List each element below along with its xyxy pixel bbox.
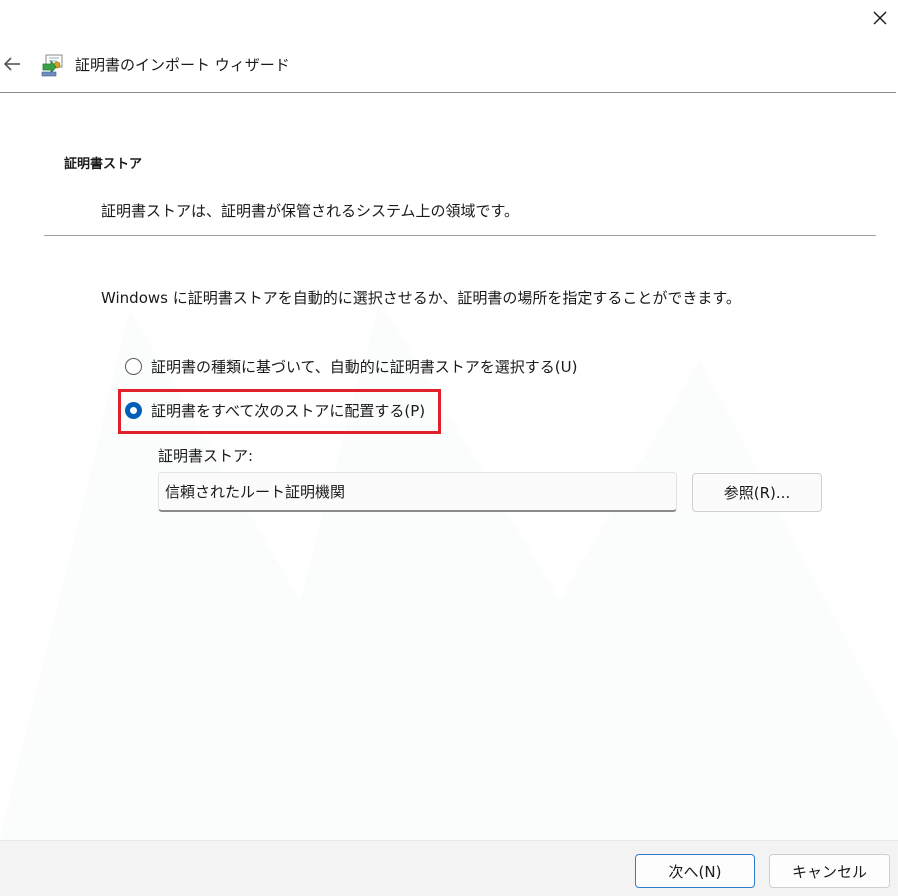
cancel-button[interactable]: キャンセル <box>769 854 890 888</box>
close-icon <box>873 11 887 25</box>
intro-text: Windows に証明書ストアを自動的に選択させるか、証明書の場所を指定すること… <box>101 289 741 307</box>
window-title: 証明書のインポート ウィザード <box>75 56 290 74</box>
radio-label: 証明書をすべて次のストアに配置する(P) <box>151 402 426 420</box>
back-button[interactable] <box>0 52 24 76</box>
radio-label: 証明書の種類に基づいて、自動的に証明書ストアを選択する(U) <box>151 358 578 376</box>
back-arrow-icon <box>3 57 20 71</box>
certificate-import-icon <box>41 54 63 77</box>
header-divider <box>0 92 896 93</box>
certificate-import-wizard-window: 証明書のインポート ウィザード 証明書ストア 証明書ストアは、証明書が保管される… <box>0 0 898 896</box>
section-description: 証明書ストアは、証明書が保管されるシステム上の領域です。 <box>101 202 520 220</box>
browse-button[interactable]: 参照(R)... <box>692 473 822 512</box>
next-button[interactable]: 次へ(N) <box>635 854 755 888</box>
wizard-footer: 次へ(N) キャンセル <box>0 840 898 896</box>
section-divider <box>44 235 876 236</box>
store-label: 証明書ストア: <box>158 447 254 465</box>
wizard-header: 証明書のインポート ウィザード <box>0 44 898 92</box>
radio-button-checked[interactable] <box>125 402 142 419</box>
radio-button[interactable] <box>125 358 142 375</box>
close-button[interactable] <box>862 0 898 36</box>
certificate-store-field[interactable]: 信頼されたルート証明機関 <box>158 472 677 512</box>
background-watermark <box>0 300 898 840</box>
radio-auto-select-store[interactable]: 証明書の種類に基づいて、自動的に証明書ストアを選択する(U) <box>125 356 578 377</box>
section-title: 証明書ストア <box>64 157 143 172</box>
radio-place-in-store[interactable]: 証明書をすべて次のストアに配置する(P) <box>125 400 425 421</box>
